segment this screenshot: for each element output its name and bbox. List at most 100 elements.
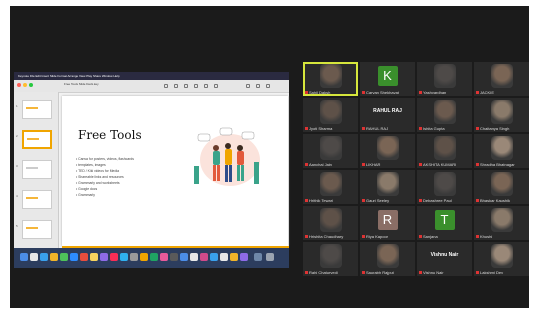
video-feed	[491, 172, 513, 196]
mac-dock	[14, 248, 289, 268]
slide-title: Free Tools	[78, 128, 142, 142]
participant-tile[interactable]: Saurabh Rajput	[360, 242, 415, 276]
zoom-meeting-window: Keynote File Edit Insert Slide Format Ar…	[10, 6, 529, 308]
keynote-icon[interactable]	[140, 253, 148, 261]
zoom-app-icon[interactable]	[70, 253, 78, 261]
video-feed	[491, 208, 513, 232]
participant-caption: RAHUL RAJ	[373, 108, 402, 114]
mail-icon[interactable]	[180, 253, 188, 261]
messages-icon[interactable]	[60, 253, 68, 261]
participant-name: Saurabh Rajput	[362, 270, 414, 275]
numbers-icon[interactable]	[150, 253, 158, 261]
participant-tile[interactable]: Lakshmi Dev	[474, 242, 529, 276]
slide-navigator: 1 2 3 4 5	[14, 92, 59, 248]
participant-tile[interactable]: RAHUL RAJ RAHUL RAJ	[360, 98, 415, 132]
app-icon[interactable]	[200, 253, 208, 261]
shape-icon[interactable]	[194, 84, 198, 88]
participant-gallery: Sahil Daksh K Carvan Shekhavat Yashvardhan J…	[303, 62, 529, 276]
participant-name: Carvan Shekhavat	[362, 90, 414, 95]
finder-icon[interactable]	[20, 253, 28, 261]
app-icon[interactable]	[240, 253, 248, 261]
preview-icon[interactable]	[190, 253, 198, 261]
participant-name: Vishnu Nair	[419, 270, 471, 275]
app-icon[interactable]	[210, 253, 218, 261]
participant-tile[interactable]: Aanchal Jain	[303, 134, 358, 168]
participant-tile[interactable]: Rahi Chaturvedi	[303, 242, 358, 276]
shared-screen: Keynote File Edit Insert Slide Format Ar…	[14, 72, 289, 268]
media-icon[interactable]	[204, 84, 208, 88]
participant-name: Rahi Chaturvedi	[305, 270, 357, 275]
video-feed	[491, 136, 513, 160]
slide-thumbnail[interactable]	[22, 220, 52, 239]
participant-tile[interactable]: Debashree Paul	[417, 170, 472, 204]
participant-tile[interactable]: Hrishita Chaudhary	[303, 206, 358, 240]
notes-icon[interactable]	[90, 253, 98, 261]
participant-name: Riya Kapoor	[362, 234, 414, 239]
participant-tile[interactable]: LIKHAR	[360, 134, 415, 168]
terminal-icon[interactable]	[170, 253, 178, 261]
participant-tile[interactable]: Hrithik Tewari	[303, 170, 358, 204]
participant-tile[interactable]: K Carvan Shekhavat	[360, 62, 415, 96]
slide-canvas[interactable]: Free Tools Canva for posters, videos, fl…	[62, 96, 288, 246]
participant-tile[interactable]: Sahil Daksh	[303, 62, 358, 96]
document-icon[interactable]	[266, 84, 270, 88]
participant-name: Chaitanya Singh	[476, 126, 528, 131]
launchpad-icon[interactable]	[30, 253, 38, 261]
format-icon[interactable]	[246, 84, 250, 88]
slide-thumbnail[interactable]	[22, 160, 52, 179]
slide-thumbnail[interactable]	[22, 100, 52, 119]
video-feed	[320, 208, 342, 232]
slide-number: 5	[16, 224, 18, 228]
podcasts-icon[interactable]	[100, 253, 108, 261]
participant-tile[interactable]: Chaitanya Singh	[474, 98, 529, 132]
animate-icon[interactable]	[256, 84, 260, 88]
text-icon[interactable]	[184, 84, 188, 88]
participant-tile[interactable]: JACKIE	[474, 62, 529, 96]
downloads-icon[interactable]	[254, 253, 262, 261]
video-feed	[377, 172, 399, 196]
app-icon[interactable]	[220, 253, 228, 261]
app-store-icon[interactable]	[120, 253, 128, 261]
participant-tile[interactable]: Shradha Bhatnagar	[474, 134, 529, 168]
minimize-window-icon[interactable]	[23, 83, 27, 87]
participant-name: Debashree Paul	[419, 198, 471, 203]
chrome-icon[interactable]	[50, 253, 58, 261]
settings-icon[interactable]	[130, 253, 138, 261]
participant-tile[interactable]: T Sanjana	[417, 206, 472, 240]
music-icon[interactable]	[110, 253, 118, 261]
slide-thumbnail[interactable]	[22, 190, 52, 209]
slide-number: 3	[16, 164, 18, 168]
participant-name: Hrishita Chaudhary	[305, 234, 357, 239]
table-icon[interactable]	[164, 84, 168, 88]
mac-menu-bar: Keynote File Edit Insert Slide Format Ar…	[14, 72, 289, 80]
participant-name: Hrithik Tewari	[305, 198, 357, 203]
avatar-letter: K	[377, 66, 398, 86]
participant-name: Khushi	[476, 234, 528, 239]
comment-icon[interactable]	[214, 84, 218, 88]
avatar-letter: T	[434, 210, 455, 230]
participant-caption: Vishnu Nair	[430, 252, 459, 258]
participant-tile[interactable]: AKSHITA KUMARI	[417, 134, 472, 168]
video-feed	[320, 64, 342, 88]
app-icon[interactable]	[230, 253, 238, 261]
participant-tile[interactable]: Khushi	[474, 206, 529, 240]
participant-tile[interactable]: Yashvardhan	[417, 62, 472, 96]
participant-tile[interactable]: Jyoti Sharma	[303, 98, 358, 132]
trash-icon[interactable]	[266, 253, 274, 261]
participant-name: Ishita Gupta	[419, 126, 471, 131]
close-window-icon[interactable]	[17, 83, 21, 87]
slide-thumbnail-selected[interactable]	[22, 130, 52, 149]
participant-tile[interactable]: R Riya Kapoor	[360, 206, 415, 240]
avatar-letter: R	[377, 210, 398, 230]
participant-tile[interactable]: Vishnu Nair Vishnu Nair	[417, 242, 472, 276]
participant-name: LIKHAR	[362, 162, 414, 167]
calendar-icon[interactable]	[80, 253, 88, 261]
participant-tile[interactable]: Ishita Gupta	[417, 98, 472, 132]
participant-tile[interactable]: Bhaskar Kaushik	[474, 170, 529, 204]
zoom-window-icon[interactable]	[29, 83, 33, 87]
photos-icon[interactable]	[160, 253, 168, 261]
safari-icon[interactable]	[40, 253, 48, 261]
participant-tile[interactable]: Gauri Seeley	[360, 170, 415, 204]
chart-icon[interactable]	[174, 84, 178, 88]
video-feed	[434, 64, 456, 88]
